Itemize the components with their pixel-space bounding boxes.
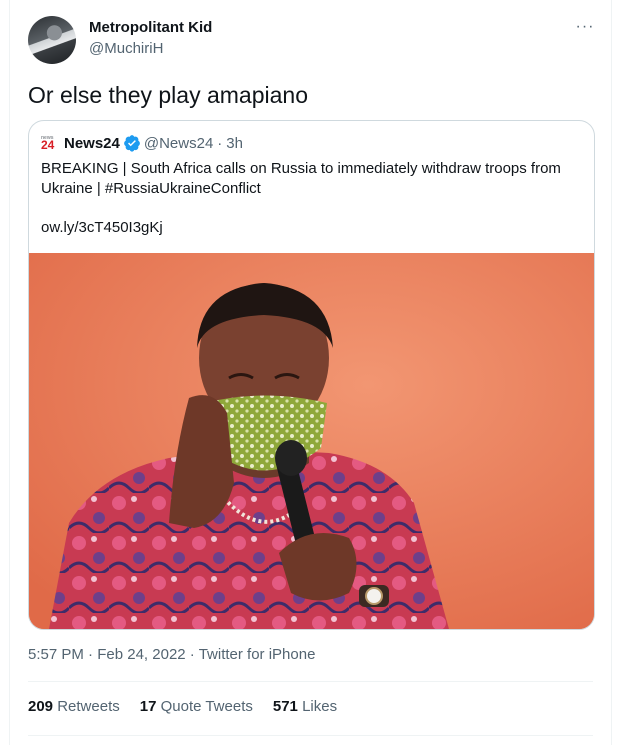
quote-tweets-stat[interactable]: 17 Quote Tweets (140, 698, 253, 715)
quoted-tweet-photo[interactable] (29, 253, 594, 629)
separator-dot: · (189, 646, 195, 663)
quoted-tweet-header: news 24 News24 @News24 · 3h (41, 133, 243, 153)
more-options-icon[interactable]: ··· (574, 16, 596, 38)
quoted-tweet-text: BREAKING | South Africa calls on Russia … (41, 160, 561, 197)
separator-dot: · (217, 134, 223, 152)
author-name[interactable]: Metropolitant Kid (89, 19, 212, 36)
tweet-text: Or else they play amapiano (28, 82, 308, 108)
tweet-source[interactable]: Twitter for iPhone (199, 646, 316, 663)
separator-dot: · (88, 646, 94, 663)
avatar[interactable] (28, 16, 76, 64)
quoted-tweet[interactable]: news 24 News24 @News24 · 3h BREAKING | S… (28, 120, 595, 630)
quoted-author-name[interactable]: News24 (64, 135, 120, 152)
tweet-date[interactable]: Feb 24, 2022 (97, 646, 185, 663)
divider (28, 735, 593, 736)
tweet-meta: 5:57 PM · Feb 24, 2022 · Twitter for iPh… (28, 646, 315, 663)
verified-badge-icon (124, 135, 140, 152)
tweet-stats: 209 Retweets 17 Quote Tweets 571 Likes (28, 698, 337, 715)
divider (28, 681, 593, 682)
photo-woman-with-mask-and-microphone (29, 253, 594, 629)
author-handle[interactable]: @MuchiriH (89, 40, 163, 57)
quoted-timestamp[interactable]: 3h (226, 135, 243, 152)
news24-logo-icon: news 24 (41, 134, 55, 152)
quoted-author-handle[interactable]: @News24 (144, 135, 213, 152)
tweet-time[interactable]: 5:57 PM (28, 646, 84, 663)
quoted-tweet-link[interactable]: ow.ly/3cT450I3gKj (41, 219, 163, 236)
retweets-stat[interactable]: 209 Retweets (28, 698, 120, 715)
likes-stat[interactable]: 571 Likes (273, 698, 337, 715)
